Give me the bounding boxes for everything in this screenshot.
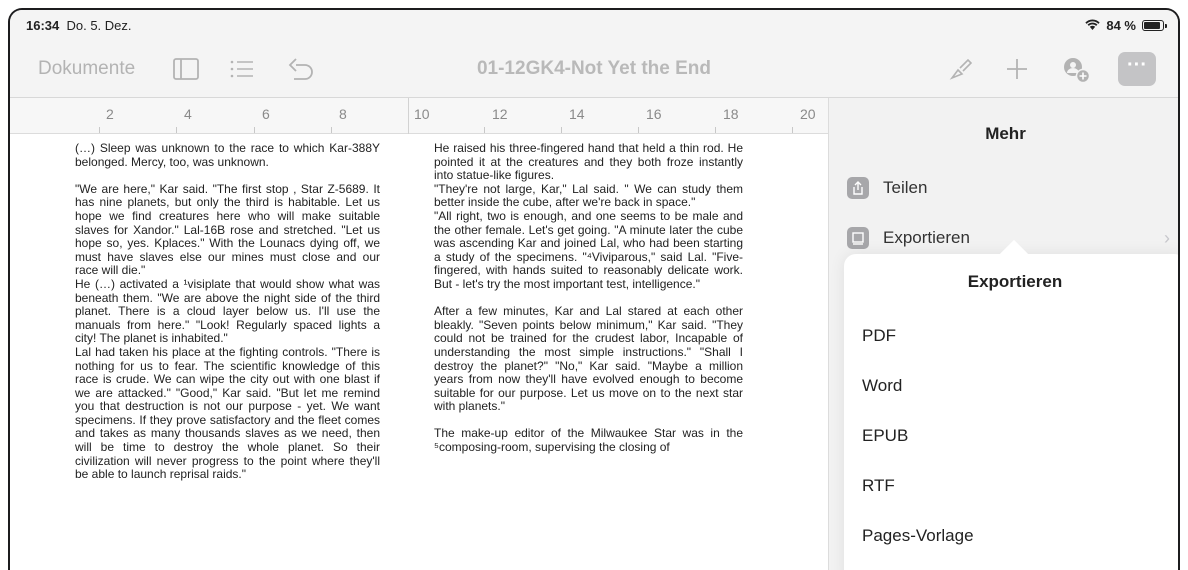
popover-title: Exportieren (967, 272, 1063, 291)
ruler-number: 2 (106, 106, 114, 122)
list-icon[interactable] (228, 56, 256, 87)
sidebar-icon[interactable] (172, 56, 200, 87)
ruler-number: 12 (492, 106, 508, 122)
document-page[interactable]: (…) Sleep was unknown to the race to whi… (10, 134, 828, 570)
export-option-pdf[interactable]: PDF (862, 326, 896, 346)
ruler-tick (715, 127, 716, 133)
export-popover: Exportieren PDF Word EPUB RTF Pages-Vorl… (844, 239, 1178, 570)
ruler-number: 6 (262, 106, 270, 122)
export-option-rtf[interactable]: RTF (862, 476, 895, 496)
export-icon (847, 227, 869, 249)
status-bar: 16:34 Do. 5. Dez. 84 % (10, 10, 1178, 40)
column-separator (408, 98, 409, 134)
paragraph: "All right, two is enough, and one seems… (434, 208, 743, 291)
ruler-number: 20 (800, 106, 816, 122)
ruler-number: 10 (414, 106, 430, 122)
text-column-right[interactable]: He raised his three-fingered hand that h… (434, 141, 743, 455)
paragraph: Lal had taken his place at the fighting … (75, 344, 380, 482)
undo-icon[interactable] (286, 56, 316, 87)
format-brush-icon[interactable] (948, 56, 974, 87)
menu-item-label: Teilen (883, 178, 928, 197)
app-window: 16:34 Do. 5. Dez. 84 % Dokumente 01-12GK… (8, 8, 1180, 570)
ruler-number: 4 (184, 106, 192, 122)
ruler-number: 18 (723, 106, 739, 122)
paragraph: He raised his three-fingered hand that h… (434, 141, 743, 183)
ruler-tick (484, 127, 485, 133)
ruler-tick (792, 127, 793, 133)
toolbar: Dokumente 01-12GK4-Not Yet the End ··· (10, 40, 1178, 98)
documents-button[interactable]: Dokumente (38, 58, 135, 80)
text-column-left[interactable]: (…) Sleep was unknown to the race to whi… (75, 141, 380, 482)
date-text: Do. 5. Dez. (66, 18, 132, 33)
ruler-number: 16 (646, 106, 662, 122)
status-right: 84 % (1085, 18, 1167, 33)
ruler-number: 8 (339, 106, 347, 122)
collaborate-icon[interactable] (1060, 56, 1092, 89)
battery-percent: 84 % (1106, 18, 1136, 33)
menu-item-share[interactable]: Teilen (847, 168, 1178, 208)
ruler-tick (331, 127, 332, 133)
ruler-tick (254, 127, 255, 133)
paragraph: After a few minutes, Kar and Lal stared … (434, 304, 743, 414)
status-time: 16:34 Do. 5. Dez. (26, 18, 132, 33)
ruler-tick (99, 127, 100, 133)
ruler-tick (561, 127, 562, 133)
ruler-tick (176, 127, 177, 133)
ruler: 2 4 6 8 10 12 14 16 18 20 (10, 98, 828, 134)
ruler-number: 14 (569, 106, 585, 122)
paragraph: The make-up editor of the Milwaukee Star… (434, 426, 743, 455)
time-text: 16:34 (26, 18, 60, 33)
wifi-icon (1085, 18, 1101, 33)
panel-title: Mehr (985, 124, 1026, 143)
paragraph: He (…) activated a ¹visiplate that would… (75, 276, 380, 346)
ruler-tick (638, 127, 639, 133)
share-icon (847, 177, 869, 199)
paragraph: (…) Sleep was unknown to the race to whi… (75, 141, 380, 169)
export-option-pages-template[interactable]: Pages-Vorlage (862, 526, 974, 546)
paragraph: "They're not large, Kar," Lal said. " We… (434, 181, 743, 210)
export-option-epub[interactable]: EPUB (862, 426, 908, 446)
paragraph: "We are here," Kar said. "The first stop… (75, 181, 380, 278)
more-button[interactable]: ··· (1118, 52, 1156, 86)
chevron-right-icon: › (1164, 227, 1170, 248)
battery-icon (1142, 20, 1167, 31)
add-icon[interactable] (1004, 56, 1030, 87)
menu-item-label: Exportieren (883, 228, 970, 247)
export-option-word[interactable]: Word (862, 376, 902, 396)
